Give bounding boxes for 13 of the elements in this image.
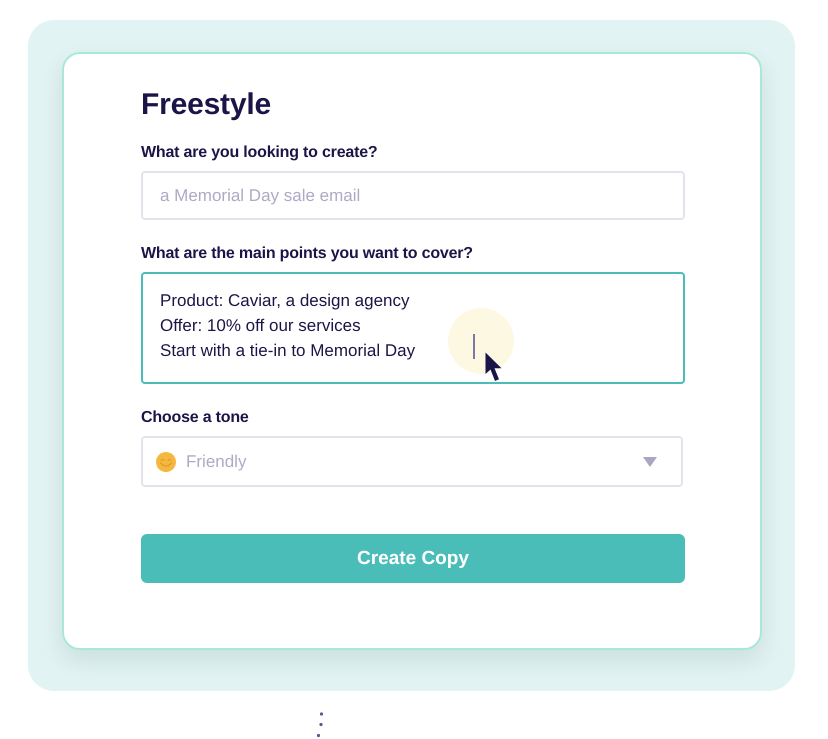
tone-select[interactable]: Friendly — [141, 436, 683, 487]
mouse-pointer-icon — [485, 352, 502, 382]
form-title: Freestyle — [141, 87, 272, 123]
dropdown-caret-icon — [643, 456, 657, 466]
field-label: Choose a tone — [141, 408, 250, 428]
smiley-face-icon — [156, 452, 176, 472]
field-label: What are you looking to create? — [141, 143, 379, 163]
text-input-field[interactable]: a Memorial Day sale email — [141, 171, 685, 220]
vertical-dots-icon — [316, 712, 324, 738]
text-caret — [473, 334, 474, 359]
textarea-field[interactable]: Product: Caviar, a design agency Offer: 10% off our services Start with a tie-in to Memorial Day — [141, 272, 685, 384]
field-label: What are the main points you want to cover? — [141, 244, 474, 264]
create-copy-button[interactable]: Create Copy — [141, 534, 685, 583]
